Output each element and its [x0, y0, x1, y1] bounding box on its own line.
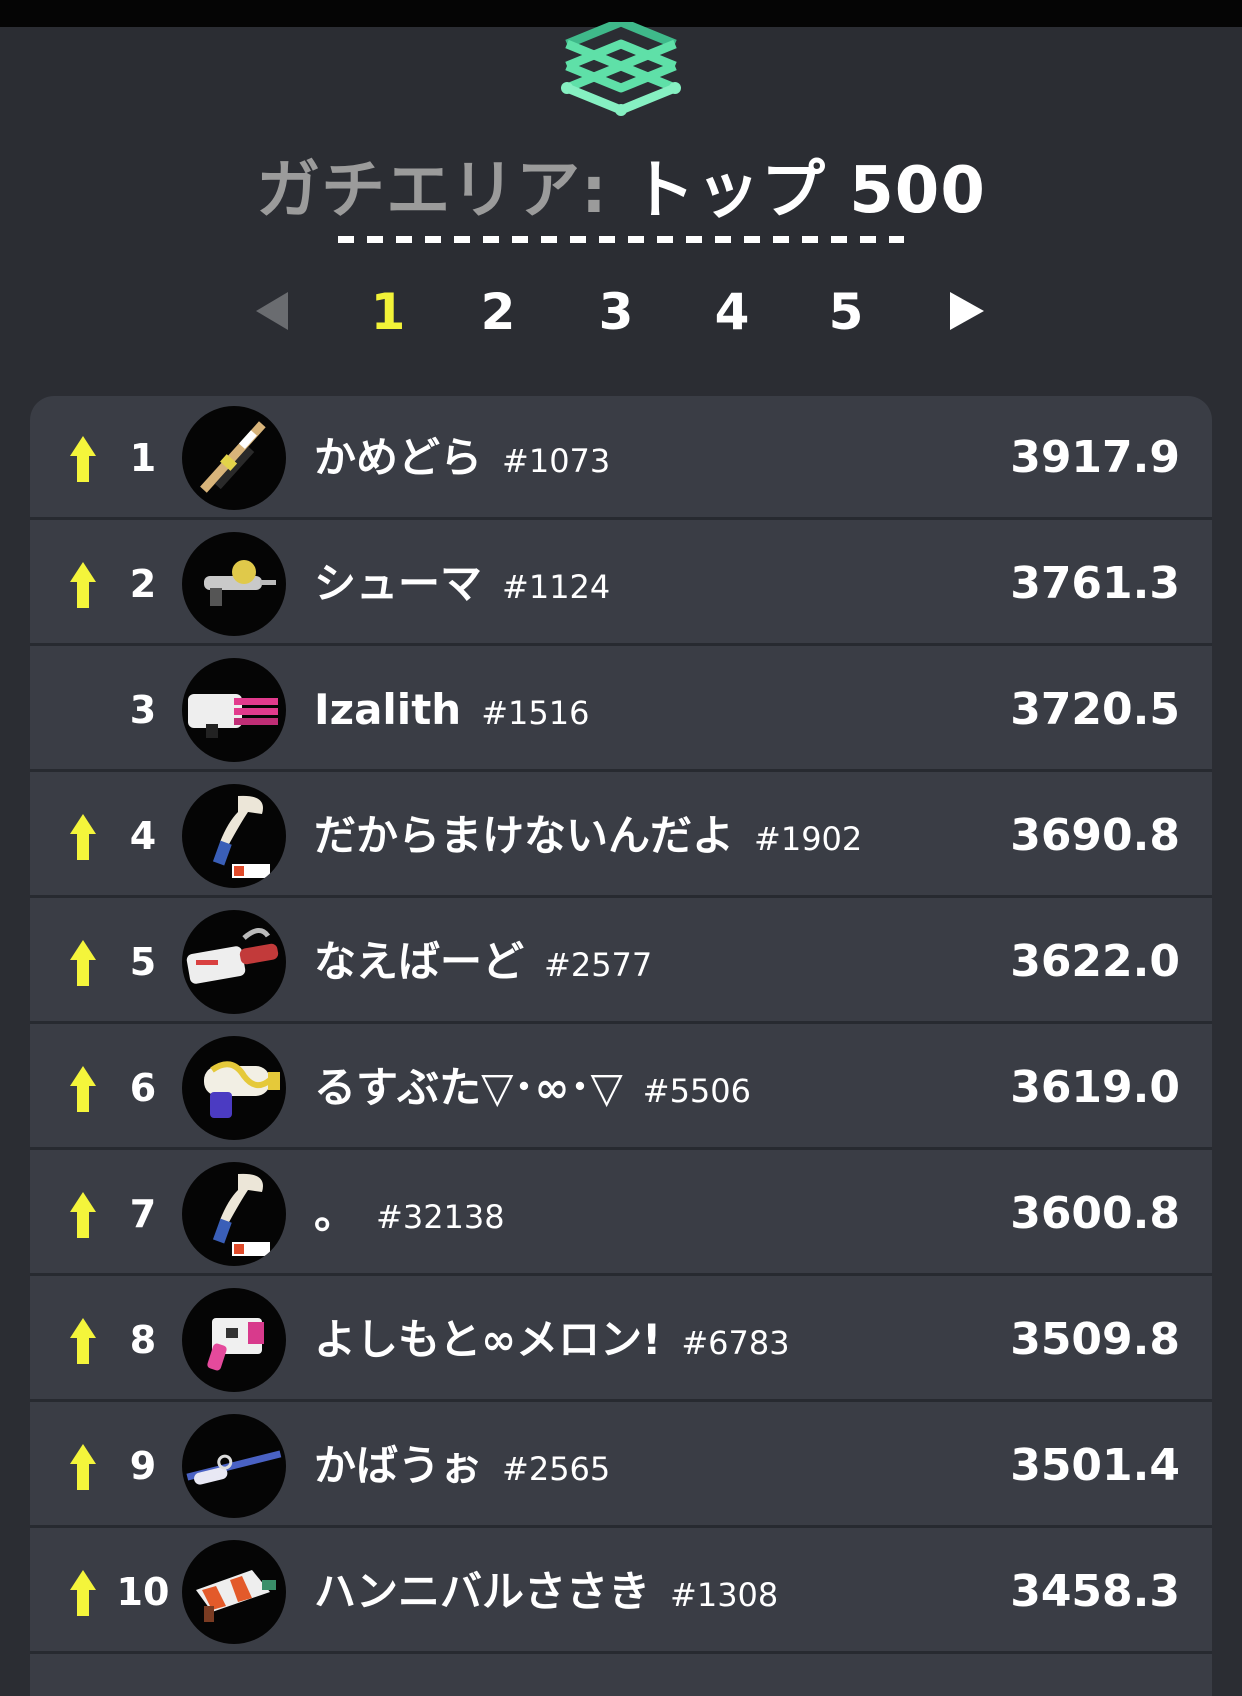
- rank-number: 9: [129, 1444, 157, 1488]
- player-name-text: よしもと∞メロン!: [314, 1315, 662, 1364]
- player-name-text: ハンニバルささき: [314, 1567, 651, 1616]
- player-name: ハンニバルささき #1308: [314, 1560, 778, 1627]
- leaderboard-row[interactable]: 8 よしもと∞メロン! #6783 3509.8: [30, 1278, 1212, 1402]
- x-power: 3509.8: [1010, 1314, 1180, 1365]
- rank-up-icon: [70, 814, 96, 860]
- player-name: るすぶた▽･∞･▽ #5506: [314, 1056, 751, 1123]
- player-tag: #2577: [544, 946, 653, 984]
- player-name: かばうぉ #2565: [314, 1434, 610, 1501]
- player-tag: #5506: [642, 1072, 751, 1110]
- page-3-button[interactable]: 3: [586, 280, 646, 344]
- leaderboard-row[interactable]: 3 Izalith #1516 3720.5: [30, 648, 1212, 772]
- prev-page-icon[interactable]: [256, 292, 288, 330]
- player-tag: #1516: [481, 694, 590, 732]
- leaderboard-row[interactable]: 9 かばうぉ #2565 3501.4: [30, 1404, 1212, 1528]
- brella-weapon-icon: [182, 1540, 286, 1644]
- leaderboard-row[interactable]: 5 なえばーど #2577 3622.0: [30, 900, 1212, 1024]
- player-name-text: シューマ: [314, 559, 483, 608]
- x-power: 3690.8: [1010, 810, 1180, 861]
- player-name-text: かばうぉ: [314, 1441, 483, 1490]
- player-name: シューマ #1124: [314, 552, 610, 619]
- player-name-text: かめどら: [314, 433, 483, 482]
- x-power: 3720.5: [1010, 684, 1180, 735]
- leaderboard-row[interactable]: 7 。 #32138 3600.8: [30, 1152, 1212, 1276]
- leaderboard-row[interactable]: 1 かめどら #1073 3917.9: [30, 396, 1212, 520]
- splattershot-weapon-icon: [182, 532, 286, 636]
- blaster-weapon-icon: [182, 1036, 286, 1140]
- liter-weapon-icon: [182, 1414, 286, 1518]
- squeezer-weapon-icon: [182, 1162, 286, 1266]
- player-name-text: なえばーど: [314, 937, 525, 986]
- squeezer-weapon-icon: [182, 784, 286, 888]
- x-power: 3458.3: [1010, 1566, 1180, 1617]
- player-name-text: Izalith: [314, 685, 462, 734]
- player-tag: #1124: [502, 568, 611, 606]
- player-tag: #32138: [376, 1198, 505, 1236]
- page-5-button[interactable]: 5: [816, 280, 876, 344]
- mode-label: ガチエリア: [256, 154, 582, 228]
- player-name-text: だからまけないんだよ: [314, 811, 735, 860]
- rank-number: 6: [129, 1066, 157, 1110]
- x-power: 3761.3: [1010, 558, 1180, 609]
- rank-up-icon: [70, 1570, 96, 1616]
- player-name: 。 #32138: [314, 1182, 505, 1249]
- player-tag: #1073: [502, 442, 611, 480]
- rank-up-icon: [70, 1318, 96, 1364]
- player-name-text: るすぶた▽･∞･▽: [314, 1063, 623, 1112]
- pagination: 1 2 3 4 5: [0, 280, 1242, 344]
- leaderboard-row[interactable]: 6 るすぶた▽･∞･▽ #5506 3619.0: [30, 1026, 1212, 1150]
- page-4-button[interactable]: 4: [702, 280, 762, 344]
- rank-up-icon: [70, 940, 96, 986]
- rank-number: 4: [129, 814, 157, 858]
- x-power: 3619.0: [1010, 1062, 1180, 1113]
- leaderboard-row[interactable]: 10 ハンニバルささき #1308 3458.3: [30, 1530, 1212, 1654]
- x-power: 3622.0: [1010, 936, 1180, 987]
- rank-up-icon: [70, 562, 96, 608]
- page-2-button[interactable]: 2: [468, 280, 528, 344]
- player-name-text: 。: [314, 1189, 357, 1238]
- splat-zones-logo-icon: [561, 22, 681, 116]
- player-name: よしもと∞メロン! #6783: [314, 1308, 790, 1375]
- leaderboard-row[interactable]: 4 だからまけないんだよ #1902 3690.8: [30, 774, 1212, 898]
- rank-number: 1: [129, 436, 157, 480]
- player-name: かめどら #1073: [314, 426, 610, 493]
- player-tag: #6783: [681, 1324, 790, 1362]
- player-tag: #1902: [754, 820, 863, 858]
- player-name: Izalith #1516: [314, 678, 589, 745]
- player-name: だからまけないんだよ #1902: [314, 804, 862, 871]
- rank-up-icon: [70, 436, 96, 482]
- splatling-weapon-icon: [182, 658, 286, 762]
- title-separator: :: [581, 154, 608, 228]
- rank-number: 5: [129, 940, 157, 984]
- page-title: ガチエリア: トップ 500: [0, 150, 1242, 232]
- rank-number: 3: [129, 688, 157, 732]
- leaderboard: 1 かめどら #1073 3917.9 2 シューマ #1124 3761.3 3 …: [30, 396, 1212, 1696]
- rank-up-icon: [70, 1066, 96, 1112]
- rank-label: トップ 500: [631, 154, 986, 228]
- player-tag: #2565: [502, 1450, 611, 1488]
- x-power: 3501.4: [1010, 1440, 1180, 1491]
- rank-number: 8: [129, 1318, 157, 1362]
- hydra-weapon-icon: [182, 910, 286, 1014]
- leaderboard-row[interactable]: 2 シューマ #1124 3761.3: [30, 522, 1212, 646]
- dualie-weapon-icon: [182, 1288, 286, 1392]
- next-page-icon[interactable]: [950, 292, 984, 330]
- charger-weapon-icon: [182, 406, 286, 510]
- rank-number: 2: [129, 562, 157, 606]
- rank-up-icon: [70, 1444, 96, 1490]
- player-tag: #1308: [670, 1576, 779, 1614]
- rank-number: 10: [116, 1570, 170, 1614]
- x-power: 3917.9: [1010, 432, 1180, 483]
- x-power: 3600.8: [1010, 1188, 1180, 1239]
- title-underline: [338, 236, 904, 243]
- player-name: なえばーど #2577: [314, 930, 652, 997]
- rank-number: 7: [129, 1192, 157, 1236]
- rank-up-icon: [70, 1192, 96, 1238]
- page-1-button[interactable]: 1: [358, 280, 418, 344]
